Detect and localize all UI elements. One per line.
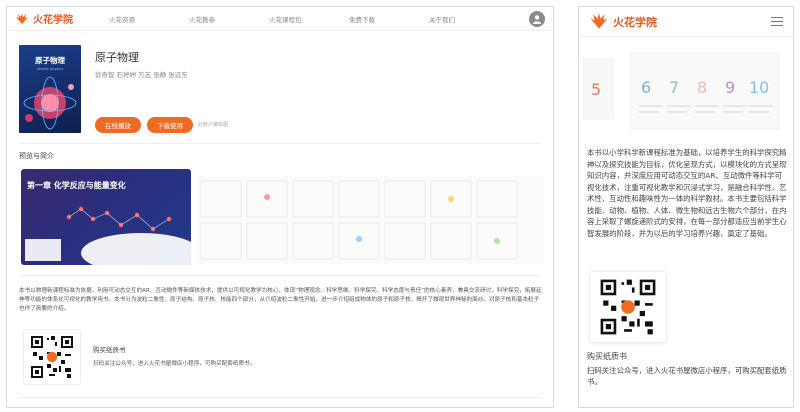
divider — [19, 397, 541, 398]
purchase-description: 扫码关注公众号，进入火花书屋微店小程序，可购买配套纸质书。 — [93, 361, 256, 367]
preview-banner[interactable]: 第一章 化学反应与能量变化 — [21, 169, 191, 265]
mobile-book-description: 本书以小学科学新课程标准为基础，以培养学生的科学探究精神以及探究技能为目标，优化… — [587, 148, 787, 238]
nav-item-resources[interactable]: 火花资源 — [109, 14, 189, 24]
svg-text:7: 7 — [669, 78, 679, 97]
book-title: 原子物理 — [95, 51, 139, 64]
book-description: 本书以物理新课程标准为依据，利用可动态交互的AR、互动微件等新媒体技术，提供以可… — [19, 288, 542, 312]
mobile-logo[interactable]: 火花学院 — [589, 13, 657, 30]
nav-item-references[interactable]: 火花教参 — [189, 14, 269, 24]
mobile-purchase-title: 购买纸质书 — [587, 352, 627, 361]
nav-item-courses[interactable]: 火花课程包 — [269, 14, 349, 24]
preview-thumbnails — [197, 175, 543, 265]
nav-item-downloads[interactable]: 免费下载 — [349, 14, 429, 24]
banner-art — [25, 206, 191, 265]
desktop-header: 火花学院 火花资源 火花教参 火花课程包 免费下载 关于我们 — [7, 7, 553, 31]
flame-logo-icon — [590, 13, 608, 29]
purchase-title: 购买纸质书 — [93, 346, 126, 354]
cover-title: 原子物理 — [35, 56, 65, 65]
avatar[interactable] — [529, 10, 545, 27]
mobile-qr-code-card — [589, 271, 667, 343]
book-authors: 徐奇智 石婷婷 方志 张静 张远东 — [95, 71, 188, 79]
nav-item-about[interactable]: 关于我们 — [429, 14, 509, 24]
cover-art — [23, 76, 77, 130]
svg-text:10: 10 — [749, 78, 769, 97]
top-nav: 火花资源 火花教参 火花课程包 免费下载 关于我们 — [109, 14, 529, 24]
mobile-purchase-description: 扫码关注公众号，进入火花书屋微店小程序，可购买配套纸质书。 — [587, 366, 787, 386]
share-link[interactable]: 此账户编辑图 — [198, 121, 228, 128]
hamburger-menu-icon[interactable] — [771, 17, 783, 26]
qr-code-icon — [29, 334, 75, 380]
logo[interactable]: 火花学院 — [15, 11, 73, 26]
qr-code-card — [23, 329, 81, 385]
mobile-header: 火花学院 — [579, 7, 793, 37]
desktop-view: 火花学院 火花资源 火花教参 火花课程包 免费下载 关于我们 原子物理 atom… — [6, 6, 554, 408]
svg-text:8: 8 — [697, 78, 707, 97]
brand-name: 火花学院 — [33, 15, 73, 26]
info-section-title: 信息 — [19, 405, 32, 407]
divider — [19, 275, 541, 276]
mobile-brand-name: 火花学院 — [613, 15, 657, 29]
play-online-button[interactable]: 在线播放 — [95, 117, 141, 133]
cover-subtitle: atomic physics — [36, 67, 64, 71]
svg-text:5: 5 — [591, 80, 601, 99]
flame-logo-icon — [16, 12, 28, 24]
svg-text:6: 6 — [641, 78, 651, 97]
book-cover: 原子物理 atomic physics — [19, 45, 81, 133]
svg-text:9: 9 — [725, 78, 735, 97]
preview-section-title: 预览与简介 — [19, 152, 54, 160]
mobile-preview-image[interactable]: 5 6 7 8 9 10 — [583, 45, 791, 133]
qr-code-icon — [598, 277, 658, 337]
download-button[interactable]: 下载使用 — [147, 117, 193, 133]
user-icon — [533, 14, 541, 24]
divider — [19, 143, 541, 144]
mobile-view: 火花学院 5 6 7 8 9 10 本书以小学科学新课程标准为基础，以培养学生的… — [578, 6, 794, 408]
